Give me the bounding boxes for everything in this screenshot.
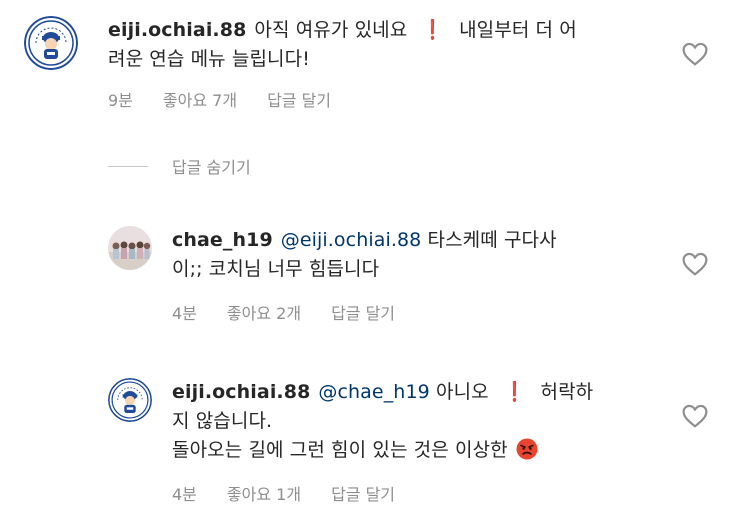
like-heart-icon[interactable] <box>682 252 708 276</box>
comment-username[interactable]: eiji.ochiai.88 <box>172 381 310 403</box>
reply-button[interactable]: 답글 달기 <box>267 87 331 111</box>
comment-time: 9분 <box>108 91 133 110</box>
comment-meta: 4분 좋아요 1개 답글 달기 <box>172 481 425 505</box>
like-heart-icon[interactable] <box>682 42 708 66</box>
comment-meta: 4분 좋아요 2개 답글 달기 <box>172 300 425 324</box>
comment-text: 내일부터 더 어 <box>459 19 577 41</box>
comment-text: 허락하 <box>540 381 594 403</box>
comment-thread: eiji.ochiai.88 아직 여유가 있네요 ❗ 내일부터 더 어 려운 연습 … <box>0 0 750 526</box>
comment-time: 4분 <box>172 485 197 504</box>
comment-username[interactable]: eiji.ochiai.88 <box>108 19 246 41</box>
likes-count-button[interactable]: 좋아요 2개 <box>227 300 301 324</box>
comment-text-line2: 이;; 코치님 너무 힘듭니다 <box>172 258 380 280</box>
reply-button[interactable]: 답글 달기 <box>331 300 395 324</box>
comment-time: 4분 <box>172 304 197 323</box>
comment-username[interactable]: chae_h19 <box>172 229 273 251</box>
baseball-mascot-avatar-icon <box>24 16 78 70</box>
exclamation-icon: ❗ <box>423 19 443 41</box>
likes-count-button[interactable]: 좋아요 1개 <box>227 481 301 505</box>
hide-replies-button[interactable]: 답글 숨기기 <box>108 154 251 178</box>
comment-meta: 9분 좋아요 7개 답글 달기 <box>108 87 361 111</box>
divider <box>108 165 148 167</box>
avatar[interactable] <box>108 378 152 422</box>
comment-text-line3: 돌아오는 길에 그런 힘이 있는 것은 이상한 <box>172 439 508 461</box>
mention-link[interactable]: @chae_h19 <box>318 381 429 403</box>
comment-text: 타스케떼 구다사 <box>427 229 557 251</box>
baseball-mascot-avatar-icon <box>108 378 152 422</box>
hide-replies-label: 답글 숨기기 <box>172 158 251 177</box>
comment-text: 아직 여유가 있네요 <box>254 19 408 41</box>
likes-count-button[interactable]: 좋아요 7개 <box>163 87 237 111</box>
group-photo-avatar-icon <box>108 226 152 270</box>
exclamation-icon: ❗ <box>505 381 525 403</box>
comment-body: eiji.ochiai.88 @chae_h19 아니오 ❗ 허락하 지 않습니다. … <box>172 378 652 465</box>
comment-text: 아니오 <box>435 381 489 403</box>
comment-text-line2: 지 않습니다. <box>172 410 273 432</box>
reply-button[interactable]: 답글 달기 <box>331 481 395 505</box>
comment-body: chae_h19 @eiji.ochiai.88 타스케떼 구다사 이;; 코치님… <box>172 226 652 284</box>
avatar[interactable] <box>24 16 78 70</box>
mention-link[interactable]: @eiji.ochiai.88 <box>281 229 422 251</box>
avatar[interactable] <box>108 226 152 270</box>
comment-body: eiji.ochiai.88 아직 여유가 있네요 ❗ 내일부터 더 어 려운 연습 … <box>108 16 668 74</box>
comment-text-line2: 려운 연습 메뉴 늘립니다! <box>108 48 310 70</box>
like-heart-icon[interactable] <box>682 404 708 428</box>
angry-face-emoji-icon <box>516 438 538 460</box>
